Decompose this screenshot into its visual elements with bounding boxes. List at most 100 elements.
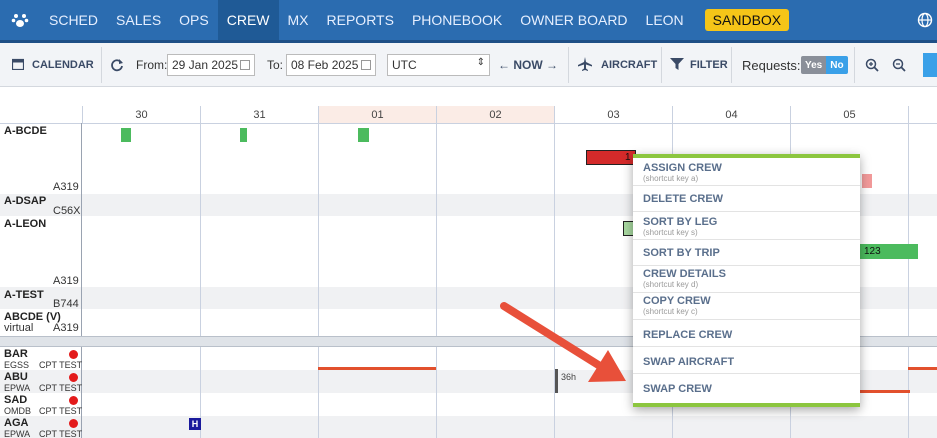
aircraft-type: A319 bbox=[53, 275, 79, 287]
crew-code[interactable]: SAD bbox=[4, 394, 27, 406]
to-label: To: bbox=[267, 58, 284, 72]
timezone-select[interactable]: UTC ⇕ bbox=[387, 54, 490, 76]
aircraft-type: A319 bbox=[53, 181, 79, 193]
menu-item-delete-crew[interactable]: DELETE CREW bbox=[633, 186, 860, 212]
nav-reports[interactable]: REPORTS bbox=[318, 0, 403, 40]
to-date-input[interactable]: 08 Feb 2025 bbox=[286, 54, 376, 76]
aircraft-button[interactable]: AIRCRAFT bbox=[577, 43, 657, 87]
duty-line[interactable] bbox=[860, 390, 910, 393]
toolbar-divider bbox=[568, 47, 569, 83]
crew-role: CPT TEST bbox=[39, 406, 83, 416]
rest-duration-label: 36h bbox=[561, 372, 577, 382]
zoom-out-icon[interactable] bbox=[892, 43, 906, 87]
menu-item-sort-by-trip[interactable]: SORT BY TRIP bbox=[633, 240, 860, 266]
toolbar-divider bbox=[661, 47, 662, 83]
calendar-label: CALENDAR bbox=[32, 59, 94, 71]
crew-role: CPT TEST bbox=[39, 360, 83, 370]
nav-crew[interactable]: CREW bbox=[217, 0, 279, 40]
hotel-badge[interactable]: H bbox=[189, 418, 201, 430]
nav-phonebook[interactable]: PHONEBOOK bbox=[403, 0, 511, 40]
now-button[interactable]: ← NOW → bbox=[498, 43, 558, 87]
status-dot-icon bbox=[69, 419, 78, 428]
filter-button[interactable]: FILTER bbox=[670, 43, 728, 87]
day-header: 31 bbox=[200, 106, 318, 123]
aircraft-type: C56X bbox=[53, 205, 81, 217]
crew-code[interactable]: AGA bbox=[4, 417, 28, 429]
trip-block-green[interactable]: 123 bbox=[860, 244, 918, 259]
toolbar-divider bbox=[101, 47, 102, 83]
trip-label: 1 bbox=[625, 152, 631, 163]
grid-line bbox=[200, 123, 201, 438]
header-underline bbox=[0, 123, 937, 124]
menu-item-crew-details[interactable]: CREW DETAILS (shortcut key d) bbox=[633, 266, 860, 293]
aircraft-type: B744 bbox=[53, 298, 79, 310]
refresh-icon[interactable] bbox=[110, 43, 124, 87]
from-date-value: 29 Jan 2025 bbox=[172, 58, 239, 72]
menu-item-assign-crew[interactable]: ASSIGN CREW (shortcut key a) bbox=[633, 158, 860, 186]
crew-context-menu: ASSIGN CREW (shortcut key a) DELETE CREW… bbox=[633, 154, 860, 407]
timezone-wrapper: UTC ⇕ bbox=[387, 43, 490, 87]
from-date-wrapper: 29 Jan 2025 bbox=[167, 43, 255, 87]
from-date-input[interactable]: 29 Jan 2025 bbox=[167, 54, 255, 76]
to-date-value: 08 Feb 2025 bbox=[291, 58, 359, 72]
status-dot-icon bbox=[69, 350, 78, 359]
toggle-yes[interactable]: Yes bbox=[801, 56, 827, 74]
nav-owner-board[interactable]: OWNER BOARD bbox=[511, 0, 636, 40]
crew-code[interactable]: BAR bbox=[4, 348, 28, 360]
zoom-in-icon[interactable] bbox=[865, 43, 879, 87]
crew-base: EGSS bbox=[4, 360, 30, 370]
requests-toggle-wrapper: Yes No bbox=[801, 43, 848, 87]
globe-icon[interactable] bbox=[917, 12, 933, 31]
requests-toggle[interactable]: Yes No bbox=[801, 56, 848, 74]
status-dot-icon bbox=[69, 373, 78, 382]
airplane-icon bbox=[577, 56, 593, 75]
aircraft-reg[interactable]: A-DSAP bbox=[4, 195, 46, 207]
aircraft-reg[interactable]: A-LEON bbox=[4, 218, 46, 230]
nav-leon[interactable]: LEON bbox=[637, 0, 693, 40]
crew-row bbox=[0, 416, 937, 438]
trip-block[interactable] bbox=[240, 128, 247, 142]
action-button[interactable] bbox=[923, 53, 937, 77]
menu-item-swap-crew[interactable]: SWAP CREW bbox=[633, 374, 860, 403]
aircraft-reg[interactable]: A-BCDE bbox=[4, 125, 47, 137]
grid-line bbox=[436, 123, 437, 438]
duty-line[interactable] bbox=[908, 367, 937, 370]
toolbar-divider bbox=[854, 47, 855, 83]
nav-sales[interactable]: SALES bbox=[107, 0, 170, 40]
trip-block-red[interactable]: 1 bbox=[586, 150, 636, 165]
nav-sched[interactable]: SCHED bbox=[40, 0, 107, 40]
sandbox-badge: SANDBOX bbox=[704, 9, 790, 31]
aircraft-virtual-note: virtual bbox=[4, 322, 34, 334]
crew-code[interactable]: ABU bbox=[4, 371, 28, 383]
toolbar-divider bbox=[731, 47, 732, 83]
calendar-button[interactable]: CALENDAR bbox=[11, 43, 94, 87]
aircraft-label: AIRCRAFT bbox=[601, 59, 658, 71]
date-picker-icon[interactable] bbox=[361, 60, 371, 70]
from-label: From: bbox=[136, 58, 168, 72]
trip-block[interactable] bbox=[862, 174, 872, 188]
trip-block[interactable] bbox=[121, 128, 131, 142]
day-header bbox=[908, 106, 937, 123]
top-navigation: SCHED SALES OPS CREW MX REPORTS PHONEBOO… bbox=[0, 0, 937, 43]
nav-mx[interactable]: MX bbox=[279, 0, 318, 40]
day-header: 01 bbox=[318, 106, 436, 123]
date-picker-icon[interactable] bbox=[240, 60, 250, 70]
day-header: 05 bbox=[790, 106, 908, 123]
menu-item-replace-crew[interactable]: REPLACE CREW bbox=[633, 320, 860, 347]
toolbar: CALENDAR From: 29 Jan 2025 To: 08 Feb 20… bbox=[0, 43, 937, 87]
trip-block[interactable] bbox=[358, 128, 369, 142]
duty-line[interactable] bbox=[318, 367, 436, 370]
day-header: 04 bbox=[672, 106, 790, 123]
rest-marker bbox=[555, 369, 558, 393]
paw-logo-icon[interactable] bbox=[0, 0, 40, 40]
crew-role: CPT TEST bbox=[39, 429, 83, 438]
menu-item-copy-crew[interactable]: COPY CREW (shortcut key c) bbox=[633, 293, 860, 320]
nav-ops[interactable]: OPS bbox=[170, 0, 218, 40]
trip-label: 123 bbox=[864, 246, 881, 257]
crew-base: OMDB bbox=[4, 406, 31, 416]
menu-item-sort-by-leg[interactable]: SORT BY LEG (shortcut key s) bbox=[633, 212, 860, 240]
aircraft-reg[interactable]: A-TEST bbox=[4, 289, 44, 301]
toggle-no[interactable]: No bbox=[826, 56, 848, 74]
menu-item-swap-aircraft[interactable]: SWAP AIRCRAFT bbox=[633, 347, 860, 374]
aircraft-type: A319 bbox=[53, 322, 79, 334]
